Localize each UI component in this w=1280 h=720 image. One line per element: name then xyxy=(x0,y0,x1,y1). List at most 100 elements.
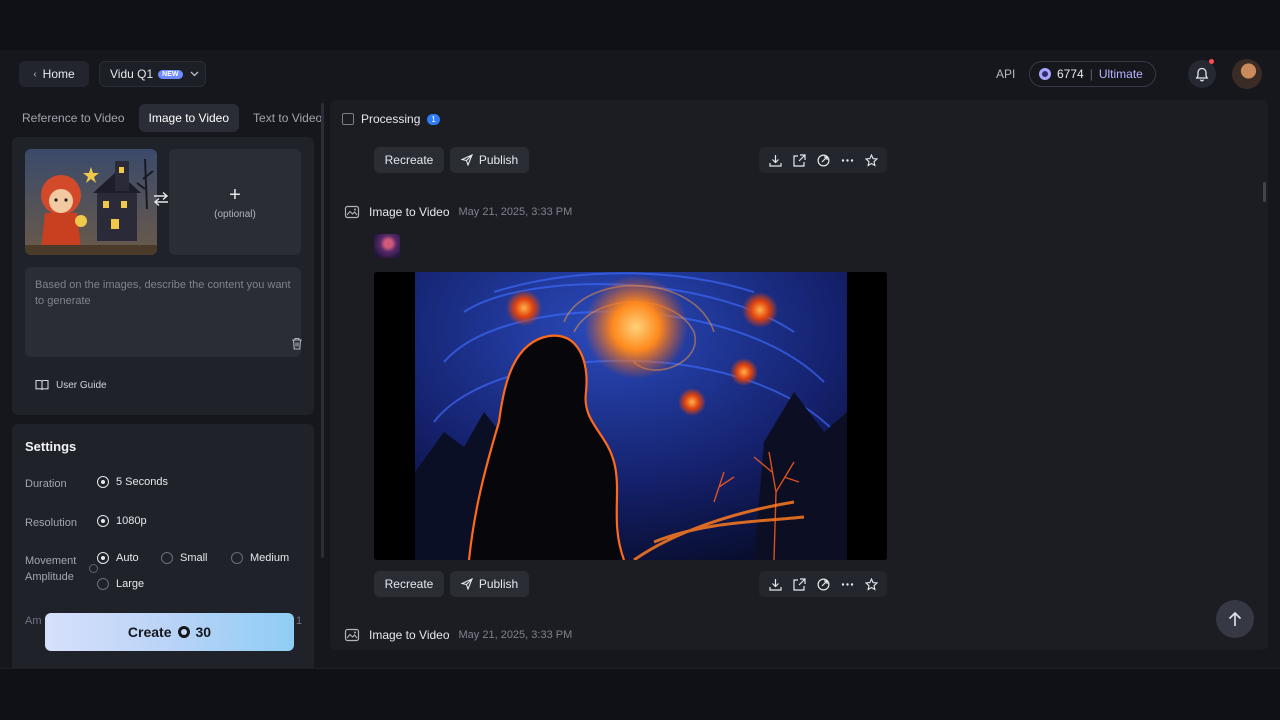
user-guide-label: User Guide xyxy=(56,379,107,391)
movement-option-label: Small xyxy=(180,552,208,564)
prompt-box xyxy=(25,267,303,357)
letterbox-top xyxy=(0,0,1280,50)
result-item-header: Image to Video May 21, 2025, 3:33 PM xyxy=(344,627,572,643)
create-button[interactable]: Create 30 xyxy=(45,613,294,651)
notifications-button[interactable] xyxy=(1188,60,1216,88)
create-label: Create xyxy=(127,624,172,640)
result-actions xyxy=(759,147,887,173)
credits-separator: | xyxy=(1089,67,1093,81)
credit-coin-icon xyxy=(177,626,190,638)
result-date: May 21, 2025, 3:33 PM xyxy=(458,629,573,641)
publish-label: Publish xyxy=(478,577,519,591)
movement-option-large[interactable]: Large xyxy=(97,578,144,590)
recreate-button[interactable]: Recreate xyxy=(374,147,444,173)
publish-button[interactable]: Publish xyxy=(450,147,529,173)
send-icon xyxy=(460,154,473,166)
radio-selected-icon xyxy=(97,476,109,488)
result-date: May 21, 2025, 3:33 PM xyxy=(458,206,573,218)
start-frame-image[interactable] xyxy=(25,149,157,255)
back-to-top-button[interactable] xyxy=(1216,600,1254,638)
share-icon[interactable] xyxy=(816,153,830,167)
letterbox-bottom xyxy=(0,668,1280,720)
result-video[interactable] xyxy=(374,272,887,560)
resolution-value: 1080p xyxy=(116,515,147,527)
movement-option-label: Medium xyxy=(250,552,290,564)
prompt-input[interactable] xyxy=(25,267,301,357)
radio-empty-icon xyxy=(231,552,243,564)
home-button[interactable]: ‹ Home xyxy=(19,61,89,87)
movement-option-auto[interactable]: Auto xyxy=(97,552,139,564)
credits-pill[interactable]: 6774 | Ultimate xyxy=(1029,61,1156,87)
tab-image-to-video[interactable]: Image to Video xyxy=(138,104,240,132)
results-scrollbar[interactable] xyxy=(1263,182,1266,202)
send-icon xyxy=(460,578,473,590)
avatar[interactable] xyxy=(1232,59,1262,89)
chevron-down-icon xyxy=(190,69,199,79)
duration-label: Duration xyxy=(25,478,67,490)
star-icon[interactable] xyxy=(864,153,878,167)
processing-label: Processing xyxy=(361,112,421,126)
result-type: Image to Video xyxy=(369,205,450,219)
tab-reference-to-video[interactable]: Reference to Video xyxy=(12,104,135,132)
checkbox-icon[interactable] xyxy=(342,113,354,125)
results-panel: Processing 1 Recreate Publish Image to V… xyxy=(330,100,1268,650)
source-thumbnail[interactable] xyxy=(374,234,400,258)
radio-empty-icon xyxy=(97,578,109,590)
movement-option-label: Auto xyxy=(116,552,139,564)
star-icon[interactable] xyxy=(864,577,878,591)
processing-filter[interactable]: Processing 1 xyxy=(342,112,440,126)
plus-icon: + xyxy=(229,183,241,206)
new-badge: NEW xyxy=(158,69,183,79)
credits-count: 6774 xyxy=(1057,67,1084,81)
swap-frames-icon[interactable] xyxy=(152,191,170,212)
hidden-setting-value: 1 xyxy=(296,615,303,627)
left-scrollbar[interactable] xyxy=(321,103,324,558)
book-icon xyxy=(35,379,49,391)
api-link[interactable]: API xyxy=(996,67,1015,81)
left-panel: Reference to Video Image to Video Text t… xyxy=(12,101,322,668)
optional-label: (optional) xyxy=(214,208,256,220)
download-icon[interactable] xyxy=(768,154,782,167)
hidden-setting-label: Am xyxy=(25,615,42,627)
result-actions xyxy=(759,571,887,597)
result-item-header: Image to Video May 21, 2025, 3:33 PM xyxy=(344,204,572,220)
resolution-option-1080p[interactable]: 1080p xyxy=(97,515,147,527)
image-to-video-icon xyxy=(344,204,360,220)
export-icon[interactable] xyxy=(792,153,806,167)
bell-icon xyxy=(1195,67,1209,82)
info-icon[interactable] xyxy=(89,564,98,573)
movement-amplitude-label: Movement Amplitude xyxy=(25,555,77,583)
chevron-left-icon: ‹ xyxy=(33,68,37,80)
more-icon[interactable] xyxy=(841,578,854,591)
end-frame-upload[interactable]: + (optional) xyxy=(169,149,301,255)
duration-value: 5 Seconds xyxy=(116,476,168,488)
plan-tier: Ultimate xyxy=(1098,67,1143,81)
image-to-video-icon xyxy=(344,627,360,643)
movement-option-label: Large xyxy=(116,578,145,590)
model-selector[interactable]: Vidu Q1 NEW xyxy=(99,61,206,87)
radio-selected-icon xyxy=(97,515,109,527)
radio-empty-icon xyxy=(161,552,173,564)
tab-text-to-video[interactable]: Text to Video xyxy=(243,104,322,132)
credit-coin-icon xyxy=(1039,68,1051,80)
home-label: Home xyxy=(42,67,75,81)
notification-dot xyxy=(1209,59,1214,64)
publish-button[interactable]: Publish xyxy=(450,571,529,597)
mode-tabs: Reference to Video Image to Video Text t… xyxy=(12,101,322,135)
user-guide-link[interactable]: User Guide xyxy=(35,379,107,391)
movement-option-small[interactable]: Small xyxy=(161,552,208,564)
download-icon[interactable] xyxy=(768,578,782,591)
export-icon[interactable] xyxy=(792,577,806,591)
app-window: ‹ Home Vidu Q1 NEW API 6774 | Ultimate R… xyxy=(0,50,1280,668)
arrow-up-icon xyxy=(1228,611,1242,627)
create-cost: 30 xyxy=(195,624,212,640)
duration-option-5s[interactable]: 5 Seconds xyxy=(97,476,168,488)
recreate-button[interactable]: Recreate xyxy=(374,571,444,597)
trash-icon[interactable] xyxy=(291,337,303,355)
upload-card: + (optional) User Guide xyxy=(12,137,314,415)
processing-count-badge: 1 xyxy=(427,113,440,125)
resolution-label: Resolution xyxy=(25,517,77,529)
more-icon[interactable] xyxy=(841,154,854,167)
movement-option-medium[interactable]: Medium xyxy=(231,552,289,564)
share-icon[interactable] xyxy=(816,577,830,591)
